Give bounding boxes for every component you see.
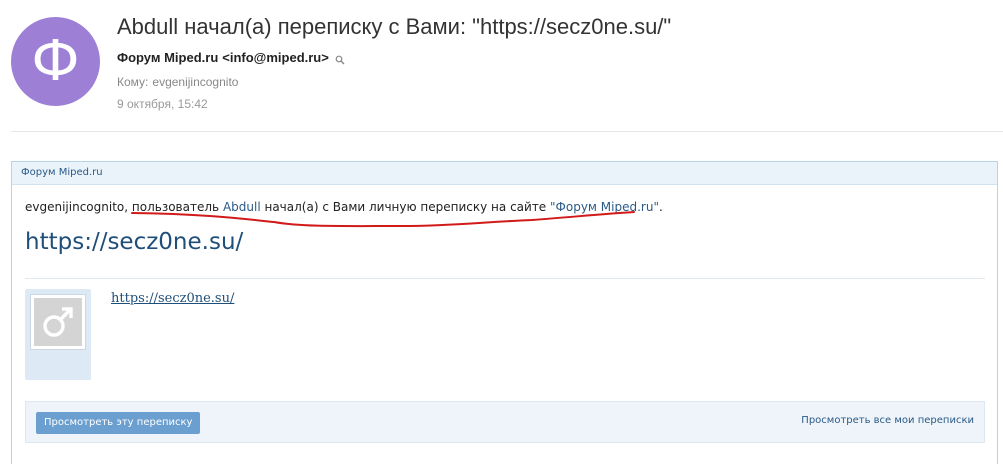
intro-comma: , bbox=[124, 200, 129, 214]
to-line: Кому: evgenijincognito bbox=[117, 75, 238, 89]
intro-site-link[interactable]: "Форум Miped.ru" bbox=[550, 200, 659, 214]
avatar-letter: Ф bbox=[31, 28, 80, 94]
message-author-panel bbox=[25, 289, 91, 380]
sender-name[interactable]: Форум Miped.ru bbox=[117, 50, 218, 65]
forum-header[interactable]: Форум Miped.ru bbox=[12, 162, 997, 185]
male-symbol-icon bbox=[34, 298, 82, 346]
view-conversation-button[interactable]: Просмотреть эту переписку bbox=[36, 412, 201, 434]
intro-part2: начал(а) с Вами личную переписку на сайт… bbox=[264, 200, 547, 214]
sender-avatar: Ф bbox=[11, 17, 100, 106]
email-date: 9 октября, 15:42 bbox=[117, 97, 208, 111]
header-divider bbox=[11, 131, 1003, 132]
message-link[interactable]: https://secz0ne.su/ bbox=[111, 291, 234, 306]
intro-part1: пользователь bbox=[131, 200, 220, 214]
conversation-title[interactable]: https://secz0ne.su/ bbox=[25, 229, 243, 255]
footer-actions: Просмотреть эту переписку Просмотреть вс… bbox=[25, 401, 985, 443]
intro-end: . bbox=[658, 200, 663, 214]
sender-email[interactable]: <info@miped.ru> bbox=[222, 50, 329, 65]
view-all-conversations-link[interactable]: Просмотреть все мои переписки bbox=[801, 415, 974, 426]
author-avatar[interactable] bbox=[30, 294, 86, 350]
search-icon[interactable] bbox=[335, 53, 345, 64]
from-line: Форум Miped.ru <info@miped.ru> bbox=[117, 50, 345, 65]
intro-username: evgenijincognito bbox=[25, 200, 125, 214]
intro-text: evgenijincognito, пользователь Abdull на… bbox=[25, 200, 663, 214]
email-subject: Abdull начал(а) переписку с Вами: "https… bbox=[117, 14, 672, 39]
intro-sender-link[interactable]: Abdull bbox=[223, 200, 261, 214]
to-value: evgenijincognito bbox=[152, 75, 239, 89]
content-divider bbox=[25, 278, 985, 279]
to-label: Кому: bbox=[117, 75, 149, 89]
forum-notification-box: Форум Miped.ru evgenijincognito, пользов… bbox=[11, 161, 998, 464]
